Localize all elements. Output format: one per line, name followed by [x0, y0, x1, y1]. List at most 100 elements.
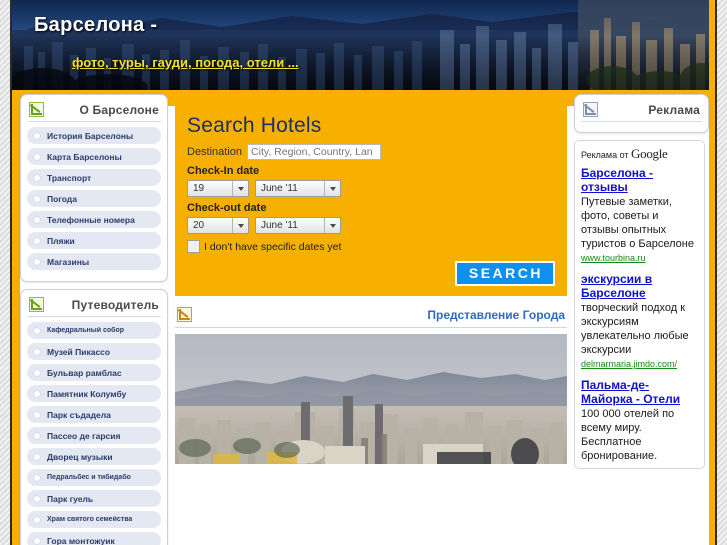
- checkin-month-value: June '11: [261, 183, 298, 194]
- hotel-search-widget: Search Hotels Destination Check-In date …: [175, 104, 567, 296]
- broken-image-icon: [583, 102, 598, 117]
- sidebar-item-park-guell[interactable]: Парк гуель: [27, 490, 161, 507]
- sidebar-item-montjuic[interactable]: Гора монтожуик: [27, 532, 161, 545]
- sidebar-item-label: Педральбес и тибидабо: [47, 474, 131, 481]
- sidebar-item-label: Кафедральный собор: [47, 327, 125, 334]
- bullet-icon: [33, 515, 41, 524]
- sidebar-item-label: История Барселоны: [47, 130, 134, 141]
- search-heading: Search Hotels: [187, 114, 322, 137]
- chevron-down-icon: [232, 218, 248, 233]
- ad-title-3[interactable]: Пальма-де-Майорка - Отели: [581, 378, 698, 406]
- sidebar-item-weather[interactable]: Погода: [27, 190, 161, 207]
- chevron-down-icon: [324, 218, 340, 233]
- bullet-icon: [33, 452, 41, 461]
- google-logo: Google: [631, 146, 668, 161]
- sidebar-item-label: Пляжи: [47, 235, 75, 246]
- no-dates-checkbox[interactable]: [187, 240, 200, 253]
- checkout-label: Check-out date: [187, 202, 267, 214]
- sidebar-item-label: Музей Пикассо: [47, 346, 111, 357]
- sidebar-item-label: Магазины: [47, 256, 90, 267]
- ad-description-3: 100 000 отелей по всему миру. Бесплатное…: [581, 408, 675, 462]
- checkout-month-value: June '11: [261, 220, 298, 231]
- ad-title-2[interactable]: экскурсии в Барселоне: [581, 272, 698, 300]
- sidebar-item-label: Погода: [47, 193, 77, 204]
- sidebar-item-map[interactable]: Карта Барселоны: [27, 148, 161, 165]
- site-tagline-link[interactable]: фото, туры, гауди, погода, отели ...: [72, 55, 299, 70]
- sidebar-item-transport[interactable]: Транспорт: [27, 169, 161, 186]
- ad-url-2[interactable]: delmarmaria.jimdo.com/: [581, 358, 698, 371]
- sidebar-item-palace-of-music[interactable]: Дворец музыки: [27, 448, 161, 465]
- sidebar-item-columbus-monument[interactable]: Памятник Колумбу: [27, 385, 161, 402]
- city-photo: [175, 334, 567, 464]
- sidebar-item-cathedral[interactable]: Кафедральный собор: [27, 322, 161, 339]
- city-presentation-header: Представление Города: [175, 304, 567, 328]
- bullet-icon: [33, 173, 41, 182]
- page-title: Барселона -: [34, 14, 158, 36]
- sidebar-item-history[interactable]: История Барселоны: [27, 127, 161, 144]
- bullet-icon: [33, 368, 41, 377]
- bullet-icon: [33, 257, 41, 266]
- bullet-icon: [33, 536, 41, 545]
- ads-panel: Реклама: [574, 94, 709, 133]
- destination-label: Destination: [187, 146, 243, 158]
- sidebar-item-label: Парк съдадела: [47, 409, 111, 420]
- site-banner: Барселона - фото, туры, гауди, погода, о…: [12, 0, 715, 90]
- sidebar-item-ramblas[interactable]: Бульвар рамблас: [27, 364, 161, 381]
- bullet-icon: [33, 410, 41, 419]
- chevron-down-icon: [232, 181, 248, 196]
- sidebar-item-label: Парк гуель: [47, 493, 94, 504]
- bullet-icon: [33, 131, 41, 140]
- ad-title-1[interactable]: Барселона - отзывы: [581, 166, 698, 194]
- no-dates-label: I don't have specific dates yet: [204, 240, 342, 253]
- sidebar-item-label: Памятник Колумбу: [47, 388, 127, 399]
- ads-brand-prefix: Реклама от: [581, 150, 629, 160]
- sidebar-item-beaches[interactable]: Пляжи: [27, 232, 161, 249]
- sidebar-panel-guide-title: Путеводитель: [71, 297, 159, 312]
- city-photo-image: [175, 334, 567, 464]
- checkin-row: 19 June '11: [187, 180, 555, 197]
- bullet-icon: [33, 194, 41, 203]
- checkout-day-value: 20: [193, 220, 205, 231]
- sidebar-item-shops[interactable]: Магазины: [27, 253, 161, 270]
- checkin-day-value: 19: [193, 183, 205, 194]
- checkin-month-select[interactable]: June '11: [255, 180, 341, 197]
- page-container: Барселона - фото, туры, гауди, погода, о…: [10, 0, 717, 545]
- chevron-down-icon: [324, 181, 340, 196]
- sidebar-item-ciutadella-park[interactable]: Парк съдадела: [27, 406, 161, 423]
- sidebar-item-pedralbes-tibidabo[interactable]: Педральбес и тибидабо: [27, 469, 161, 486]
- sidebar-item-phone-numbers[interactable]: Телефонные номера: [27, 211, 161, 228]
- bullet-icon: [33, 215, 41, 224]
- ads-panel-title: Реклама: [648, 102, 700, 117]
- ad-url-1[interactable]: www.tourbina.ru: [581, 252, 698, 265]
- sidebar-item-label: Телефонные номера: [47, 214, 135, 225]
- sidebar: О Барселоне История Барселоны Карта Барс…: [20, 94, 168, 545]
- sidebar-panel-about-title: О Барселоне: [79, 102, 159, 117]
- sidebar-panel-about: О Барселоне История Барселоны Карта Барс…: [20, 94, 168, 282]
- broken-image-icon: [29, 102, 44, 117]
- sidebar-item-picasso-museum[interactable]: Музей Пикассо: [27, 343, 161, 360]
- sidebar-item-label: Пассео де гарсия: [47, 430, 121, 441]
- sidebar-list-about: История Барселоны Карта Барселоны Трансп…: [27, 127, 161, 270]
- bullet-icon: [33, 152, 41, 161]
- sidebar-item-label: Транспорт: [47, 172, 92, 183]
- right-gold-strip: [709, 0, 715, 545]
- bullet-icon: [33, 494, 41, 503]
- sidebar-panel-guide: Путеводитель Кафедральный собор Музей Пи…: [20, 289, 168, 545]
- checkout-day-select[interactable]: 20: [187, 217, 249, 234]
- main-content: Search Hotels Destination Check-In date …: [175, 104, 567, 464]
- ad-description-1: Путевые заметки, фото, советы и отзывы о…: [581, 196, 694, 250]
- broken-image-icon: [177, 307, 192, 322]
- sidebar-item-label: Дворец музыки: [47, 451, 113, 462]
- checkin-day-select[interactable]: 19: [187, 180, 249, 197]
- sidebar-item-passeig-de-gracia[interactable]: Пассео де гарсия: [27, 427, 161, 444]
- checkout-month-select[interactable]: June '11: [255, 217, 341, 234]
- search-button[interactable]: SEARCH: [454, 261, 555, 286]
- sidebar-item-sagrada-familia[interactable]: Храм святого семейства: [27, 511, 161, 528]
- bullet-icon: [33, 431, 41, 440]
- destination-input[interactable]: [247, 144, 382, 160]
- ads-panel-header: Реклама: [581, 99, 702, 122]
- left-gold-strip: [12, 90, 20, 545]
- checkin-label: Check-In date: [187, 165, 260, 177]
- bullet-icon: [33, 389, 41, 398]
- bullet-icon: [33, 326, 41, 335]
